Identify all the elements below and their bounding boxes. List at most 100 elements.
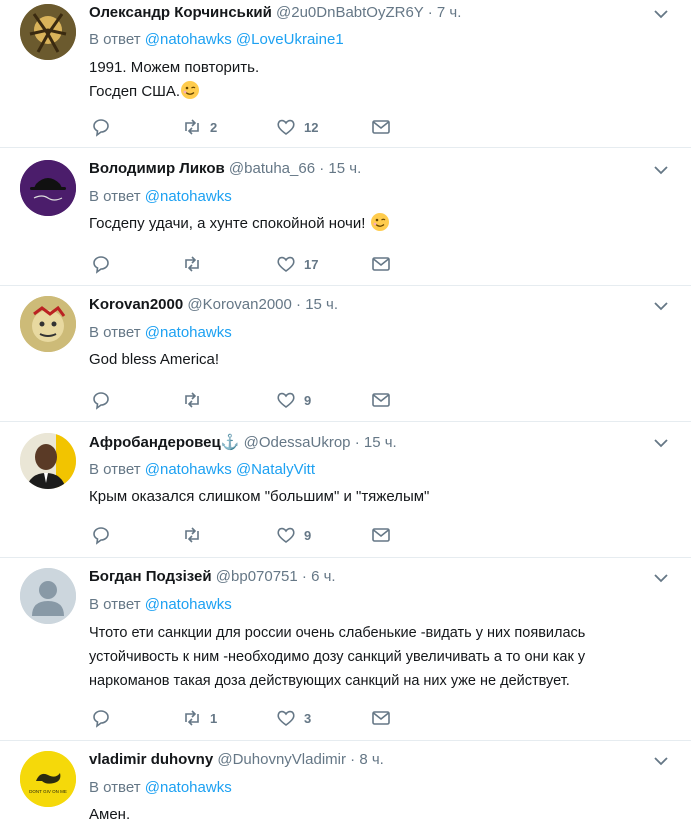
display-name[interactable]: Богдан Подзізей — [89, 568, 212, 585]
reply-button[interactable] — [91, 390, 111, 410]
timestamp[interactable]: 6 ч. — [311, 568, 336, 585]
timestamp[interactable]: 15 ч. — [328, 160, 361, 177]
avatar-image — [20, 160, 76, 216]
message-button[interactable] — [371, 390, 391, 410]
tweet-text-line-content: Госдеп США. — [89, 83, 181, 100]
tweet-actions: 17 — [89, 254, 409, 274]
tweet-header: Афробандеровец⚓ @OdessaUkrop · 15 ч. — [89, 433, 397, 451]
reply-prefix: В ответ — [89, 188, 141, 205]
envelope-icon — [372, 120, 390, 134]
retweet-button[interactable]: 1 — [182, 708, 217, 728]
reply-button[interactable] — [91, 117, 111, 137]
user-handle[interactable]: @bp070751 — [216, 568, 298, 585]
tweet-text-line: Крым оказался слишком "большим" и "тяжел… — [89, 488, 430, 505]
retweet-icon — [185, 119, 199, 135]
tweet-header: vladimir duhovny @DuhovnyVladimir · 8 ч. — [89, 751, 384, 768]
tweet-text-line: 1991. Можем повторить. — [89, 59, 260, 76]
tweet-actions: 1 3 — [89, 708, 409, 728]
display-name[interactable]: vladimir duhovny — [89, 751, 213, 768]
chevron-down-icon[interactable] — [653, 570, 669, 586]
like-button[interactable]: 3 — [276, 708, 311, 728]
separator-dot: · — [296, 296, 302, 313]
heart-icon — [277, 256, 295, 272]
like-count: 3 — [304, 710, 312, 726]
display-name[interactable]: Володимир Ликов — [89, 160, 225, 177]
reply-button[interactable] — [91, 254, 111, 274]
like-button[interactable]: 12 — [276, 117, 318, 137]
separator-dot: · — [301, 568, 307, 585]
avatar[interactable] — [20, 296, 76, 352]
retweet-button[interactable] — [182, 254, 210, 274]
tweet-text: Чтото ети санкции для россии очень слабе… — [89, 621, 671, 693]
mention-link[interactable]: @natohawks — [145, 324, 232, 341]
tweet-item[interactable]: Олександр Корчинський @2u0DnBabtOyZR6Y ·… — [0, 0, 691, 148]
mention-link[interactable]: @natohawks — [145, 188, 232, 205]
separator-dot: · — [354, 434, 360, 451]
retweet-button[interactable] — [182, 525, 210, 545]
tweet-text-line: Амен. — [89, 806, 131, 823]
message-button[interactable] — [371, 525, 391, 545]
chevron-down-icon[interactable] — [653, 435, 669, 451]
avatar[interactable]: DONT GIV ON ME — [20, 751, 76, 807]
default-avatar-icon — [20, 568, 76, 624]
tweet-item[interactable]: Володимир Ликов @batuha_66 · 15 ч. В отв… — [0, 148, 691, 286]
chevron-down-icon[interactable] — [653, 753, 669, 769]
message-button[interactable] — [371, 117, 391, 137]
avatar-image — [20, 433, 76, 489]
timestamp[interactable]: 7 ч. — [437, 4, 462, 21]
message-button[interactable] — [371, 708, 391, 728]
tweet-item[interactable]: Korovan2000 @Korovan2000 · 15 ч. В ответ… — [0, 286, 691, 422]
tweet-header: Олександр Корчинський @2u0DnBabtOyZR6Y ·… — [89, 4, 461, 21]
reply-prefix: В ответ — [89, 596, 141, 613]
reply-context: В ответ @natohawks @LoveUkraine1 — [89, 31, 344, 48]
mention-link[interactable]: @NatalyVitt — [236, 461, 315, 478]
mention-link[interactable]: @natohawks — [145, 596, 232, 613]
message-button[interactable] — [371, 254, 391, 274]
tweet-text-line: наркоманов такая доза действующих санкци… — [89, 673, 570, 689]
user-handle[interactable]: @Korovan2000 — [187, 296, 291, 313]
like-button[interactable]: 17 — [276, 254, 318, 274]
mention-link[interactable]: @natohawks — [145, 31, 232, 48]
reply-icon — [93, 527, 109, 545]
like-count: 9 — [304, 392, 312, 408]
avatar[interactable] — [20, 433, 76, 489]
reply-icon — [93, 256, 109, 274]
mention-link[interactable]: @natohawks — [145, 461, 232, 478]
chevron-down-icon[interactable] — [653, 162, 669, 178]
reply-context: В ответ @natohawks — [89, 779, 232, 796]
reply-context: В ответ @natohawks — [89, 324, 232, 341]
display-name[interactable]: Афробандеровец — [89, 434, 221, 451]
mention-link[interactable]: @natohawks — [145, 779, 232, 796]
user-handle[interactable]: @batuha_66 — [229, 160, 315, 177]
retweet-button[interactable]: 2 — [182, 117, 217, 137]
tweet-item[interactable]: Афробандеровец⚓ @OdessaUkrop · 15 ч. В о… — [0, 422, 691, 558]
tweet-text: God bless America! — [89, 348, 671, 372]
like-button[interactable]: 9 — [276, 390, 311, 410]
avatar[interactable] — [20, 568, 76, 624]
like-button[interactable]: 9 — [276, 525, 311, 545]
mention-link[interactable]: @LoveUkraine1 — [236, 31, 344, 48]
tweet-text-line: устойчивость к ним -необходимо дозу санк… — [89, 649, 586, 665]
separator-dot: · — [350, 751, 356, 768]
timestamp[interactable]: 15 ч. — [364, 434, 397, 451]
user-handle[interactable]: @2u0DnBabtOyZR6Y — [276, 4, 424, 21]
tweet-item[interactable]: DONT GIV ON ME vladimir duhovny @Duhovny… — [0, 741, 691, 825]
retweet-icon — [185, 392, 199, 408]
chevron-down-icon[interactable] — [653, 6, 669, 22]
tweet-item[interactable]: Богдан Подзізей @bp070751 · 6 ч. В ответ… — [0, 558, 691, 741]
timestamp[interactable]: 15 ч. — [305, 296, 338, 313]
reply-button[interactable] — [91, 525, 111, 545]
avatar[interactable] — [20, 160, 76, 216]
tweet-text: Крым оказался слишком "большим" и "тяжел… — [89, 485, 671, 509]
display-name[interactable]: Олександр Корчинський — [89, 4, 272, 21]
reply-button[interactable] — [91, 708, 111, 728]
timestamp[interactable]: 8 ч. — [359, 751, 384, 768]
chevron-down-icon[interactable] — [653, 298, 669, 314]
reply-context: В ответ @natohawks — [89, 596, 232, 613]
display-name[interactable]: Korovan2000 — [89, 296, 183, 313]
reply-context: В ответ @natohawks @NatalyVitt — [89, 461, 315, 478]
avatar[interactable] — [20, 4, 76, 60]
retweet-button[interactable] — [182, 390, 210, 410]
user-handle[interactable]: @DuhovnyVladimir — [217, 751, 346, 768]
user-handle[interactable]: @OdessaUkrop — [244, 434, 351, 451]
